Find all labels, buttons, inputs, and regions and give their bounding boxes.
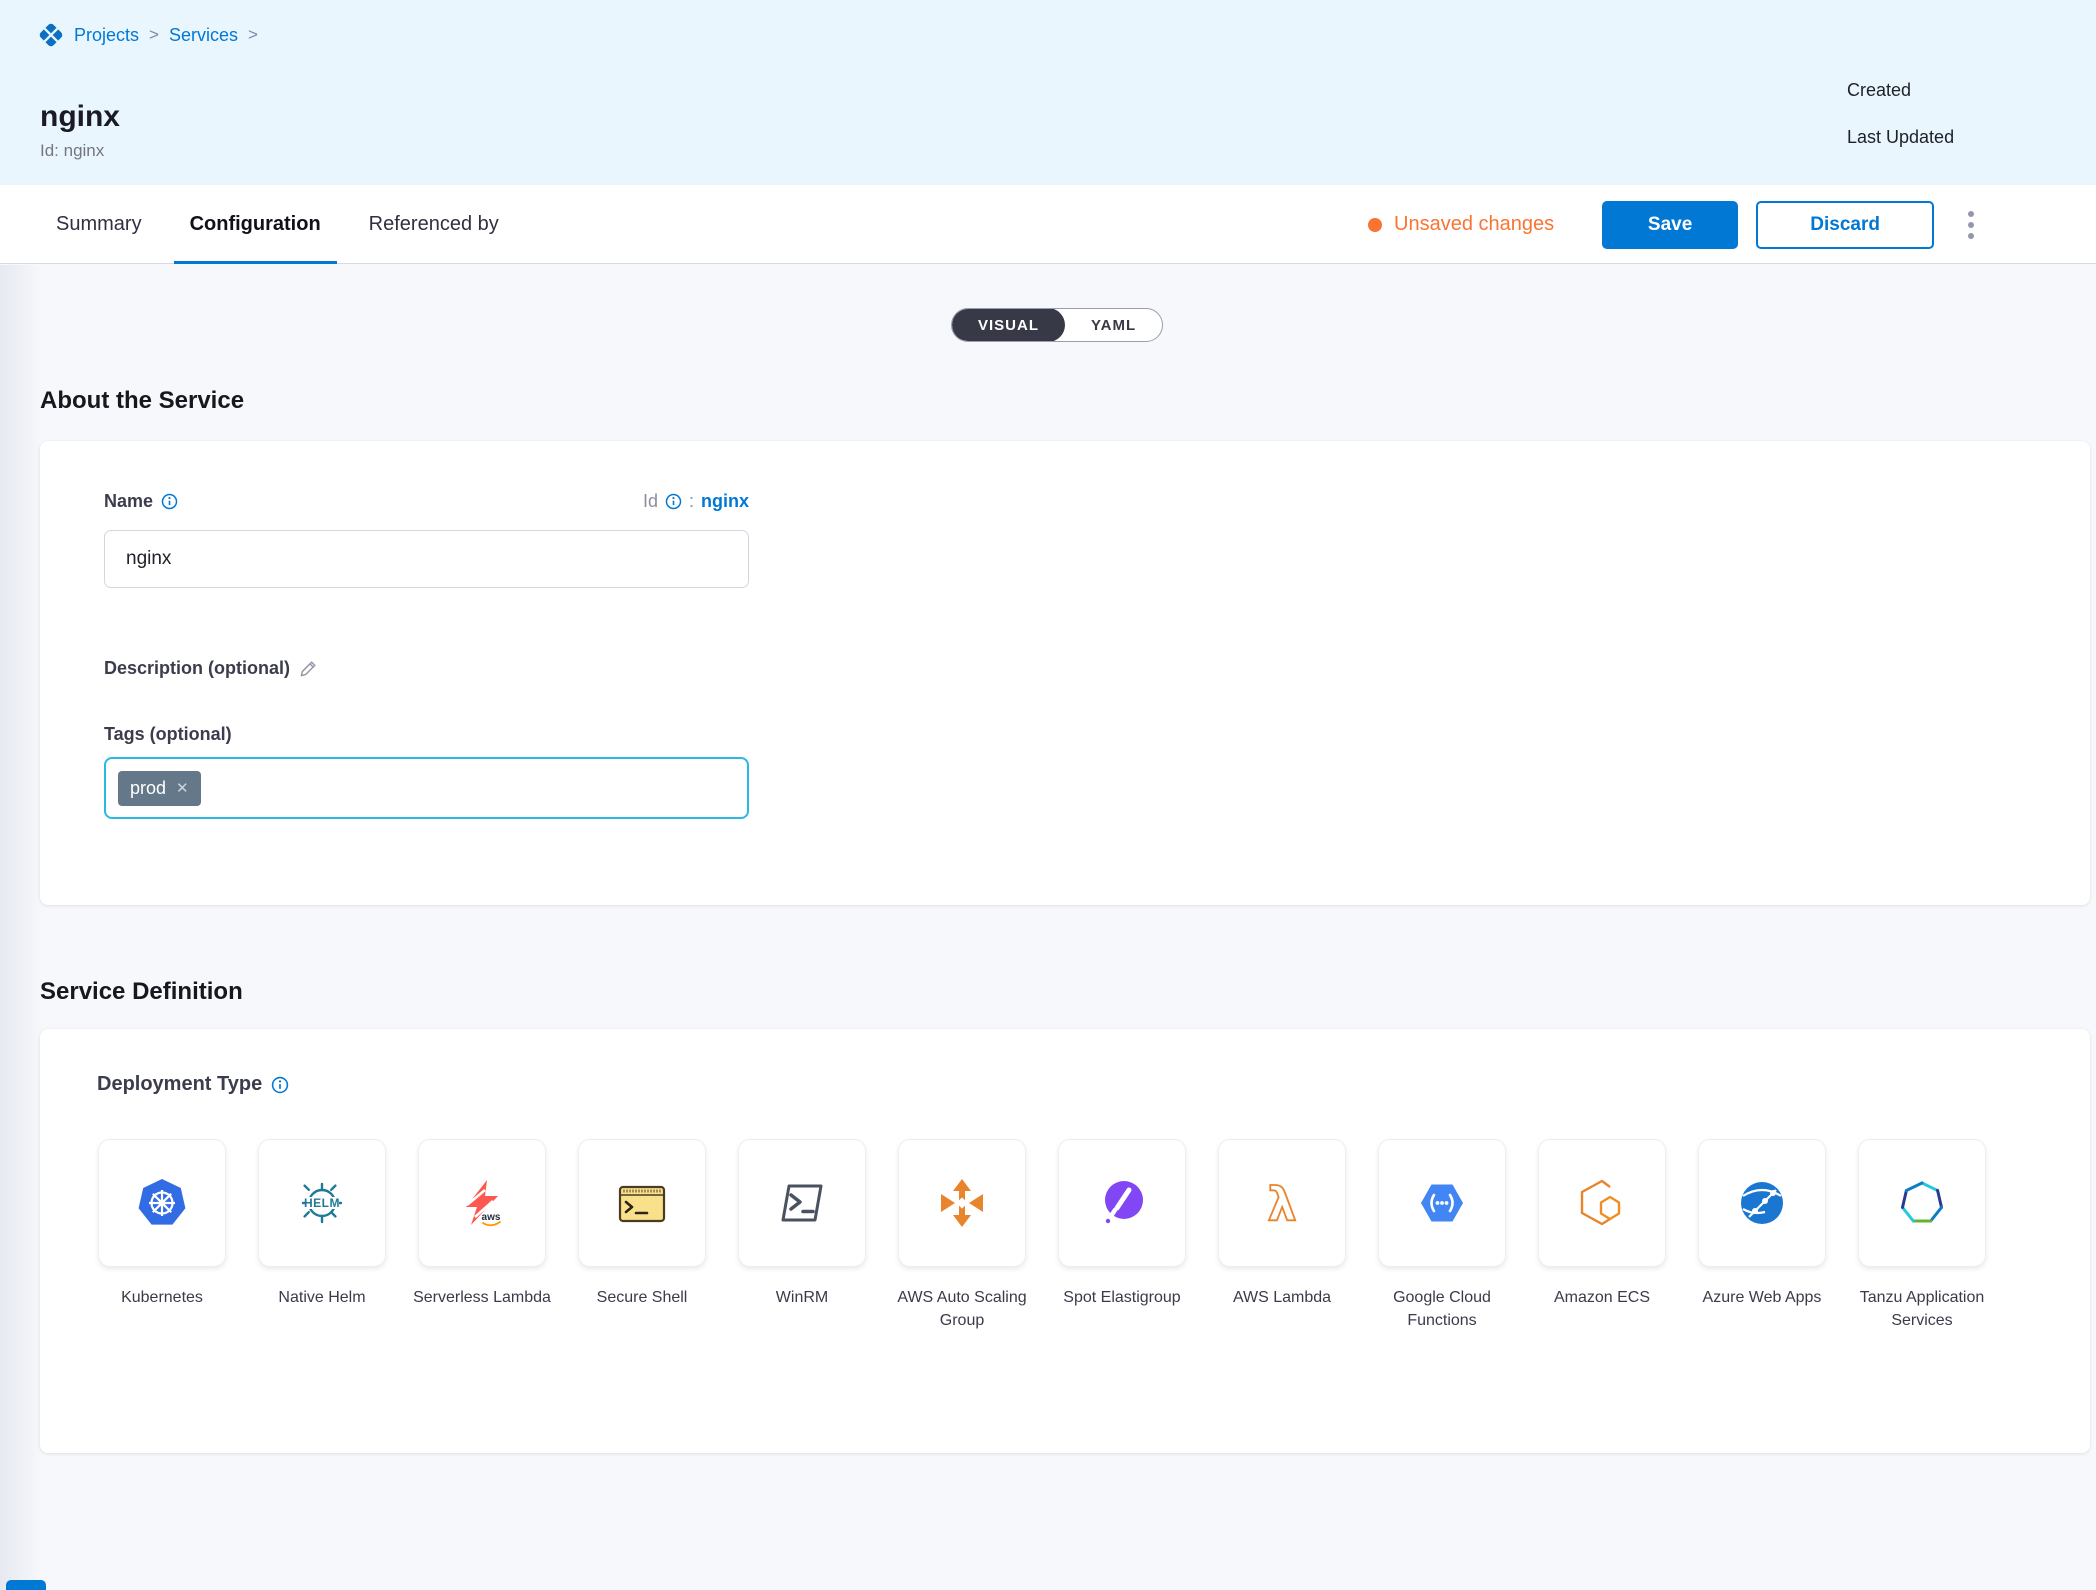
service-definition-card: Deployment Type Kubernetes [40,1029,2090,1453]
tabs: Summary Configuration Referenced by [40,185,531,264]
tab-summary[interactable]: Summary [40,185,158,264]
google-cloud-functions-icon [1414,1175,1470,1231]
page-title: nginx [40,100,120,134]
deployment-type-google-cloud-functions[interactable]: Google Cloud Functions [1362,1139,1522,1332]
deployment-type-winrm[interactable]: WinRM [722,1139,882,1332]
tab-configuration[interactable]: Configuration [174,185,337,264]
aws-lambda-icon: λ [1254,1175,1310,1231]
deployment-type-tanzu-application-services[interactable]: Tanzu Application Services [1842,1139,2002,1332]
description-row: Description (optional) [104,658,319,679]
left-edge-fade [0,265,42,1590]
id-colon: : [689,491,694,512]
breadcrumb-services[interactable]: Services [169,25,238,46]
info-icon[interactable] [665,493,682,510]
page-id: Id: nginx [40,141,104,161]
unsaved-label: Unsaved changes [1394,213,1554,236]
deployment-type-label: Deployment Type [97,1073,262,1096]
deployment-type-row: Deployment Type [97,1073,289,1096]
tag-chip-label: prod [130,778,166,799]
toggle-yaml[interactable]: YAML [1065,308,1162,342]
service-config-page: Projects > Services > nginx Id: nginx Cr… [0,0,2096,1590]
kubernetes-icon [134,1175,190,1231]
id-label: Id [643,491,658,512]
info-icon[interactable] [161,493,178,510]
unsaved-dot-icon [1368,218,1382,232]
helm-icon: HELM [294,1175,350,1231]
toggle-visual[interactable]: VISUAL [952,308,1065,342]
edit-pencil-icon[interactable] [298,658,319,679]
winrm-icon [774,1175,830,1231]
last-updated-label: Last Updated [1847,127,1954,148]
deployment-type-kubernetes[interactable]: Kubernetes [82,1139,242,1332]
tab-referenced-by[interactable]: Referenced by [353,185,515,264]
id-value[interactable]: nginx [701,491,749,512]
help-widget-peek[interactable] [6,1580,46,1590]
tag-chip: prod ✕ [118,771,201,806]
deployment-type-secure-shell[interactable]: Secure Shell [562,1139,722,1332]
projects-icon [38,22,64,48]
name-label: Name [104,491,153,512]
svg-text:HELM: HELM [304,1196,340,1210]
visual-yaml-toggle: VISUAL YAML [951,308,1163,342]
azure-web-apps-icon [1734,1175,1790,1231]
breadcrumb-projects[interactable]: Projects [74,25,139,46]
created-label: Created [1847,80,1911,101]
svg-text:λ: λ [1267,1177,1296,1231]
secure-shell-icon [614,1175,670,1231]
deployment-type-azure-web-apps[interactable]: Azure Web Apps [1682,1139,1842,1332]
breadcrumb-separator: > [149,25,159,45]
unsaved-changes-badge: Unsaved changes [1368,213,1554,236]
spot-elastigroup-icon [1094,1175,1150,1231]
serverless-lambda-icon: aws [454,1175,510,1231]
deployment-type-spot-elastigroup[interactable]: Spot Elastigroup [1042,1139,1202,1332]
amazon-ecs-icon [1574,1175,1630,1231]
service-id-row: Id : nginx [643,491,749,512]
breadcrumb-separator: > [248,25,258,45]
aws-auto-scaling-icon [934,1175,990,1231]
deployment-type-native-helm[interactable]: HELM Native Helm [242,1139,402,1332]
about-card: Name Id : nginx Description (o [40,441,2090,905]
deployment-type-aws-lambda[interactable]: λ AWS Lambda [1202,1139,1362,1332]
save-button[interactable]: Save [1602,201,1738,249]
name-label-row: Name [104,491,178,512]
deployment-type-amazon-ecs[interactable]: Amazon ECS [1522,1139,1682,1332]
deployment-type-options: Kubernetes HELM Native Helm [82,1139,2002,1332]
tags-input[interactable]: prod ✕ [104,757,749,819]
name-input[interactable] [104,530,749,588]
svg-text:aws: aws [482,1212,501,1223]
more-options-icon[interactable] [1962,205,1980,245]
tab-bar: Summary Configuration Referenced by Unsa… [0,185,2096,264]
tags-label: Tags (optional) [104,724,232,745]
info-icon[interactable] [271,1076,289,1094]
tab-actions: Unsaved changes Save Discard [1368,185,1980,264]
service-definition-section-title: Service Definition [40,978,243,1006]
breadcrumb: Projects > Services > [38,22,258,48]
tanzu-icon [1894,1175,1950,1231]
about-section-title: About the Service [40,387,244,415]
tag-remove-icon[interactable]: ✕ [176,779,189,797]
discard-button[interactable]: Discard [1756,201,1934,249]
deployment-type-aws-auto-scaling-group[interactable]: AWS Auto Scaling Group [882,1139,1042,1332]
page-header: Projects > Services > nginx Id: nginx Cr… [0,0,2096,185]
deployment-type-serverless-lambda[interactable]: aws Serverless Lambda [402,1139,562,1332]
description-label: Description (optional) [104,658,290,679]
